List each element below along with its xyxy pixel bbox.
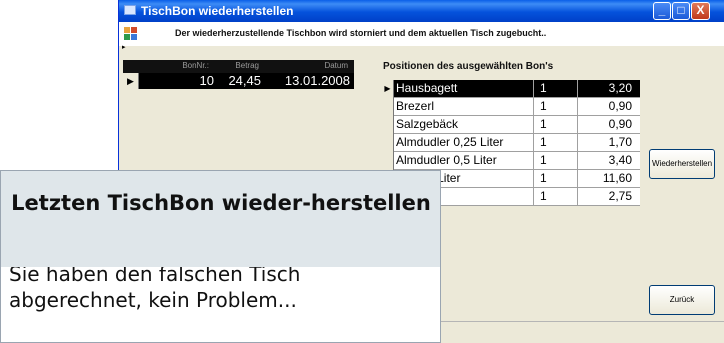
column-header-bonnr[interactable]: BonNr.: (155, 61, 209, 70)
row-indicator-icon: ▶ (123, 73, 139, 89)
position-qty: 1 (534, 134, 578, 151)
position-price: 11,60 (578, 170, 640, 187)
position-qty: 1 (534, 170, 578, 187)
position-price: 0,90 (578, 116, 640, 133)
callout-title: Letzten TischBon wieder-herstellen (11, 191, 431, 215)
column-header-betrag[interactable]: Betrag (215, 61, 259, 70)
betrag-cell: 24,45 (228, 73, 261, 88)
position-price: 2,75 (578, 188, 640, 205)
back-button[interactable]: Zurück (649, 285, 715, 315)
position-price: 1,70 (578, 134, 640, 151)
position-name: Salzgebäck (394, 116, 534, 133)
tip-callout: Sie haben den falschen Tisch abgerechnet… (0, 262, 441, 343)
app-icon (124, 5, 136, 15)
position-qty: 1 (534, 98, 578, 115)
table-row[interactable]: Almdudler 0,5 Liter 1 3,40 (382, 152, 640, 170)
info-message: Der wiederherzustellende Tischbon wird s… (175, 28, 547, 38)
positions-title: Positionen des ausgewählten Bon's (383, 61, 554, 72)
row-indicator (382, 134, 394, 152)
row-indicator (382, 152, 394, 170)
table-row[interactable]: Almdudler 0,25 Liter 1 1,70 (382, 134, 640, 152)
table-row[interactable]: Salzgebäck 1 0,90 (382, 116, 640, 134)
position-price: 3,20 (578, 80, 640, 97)
table-row[interactable]: ▶ Hausbagett 1 3,20 (382, 80, 640, 98)
datum-cell: 13.01.2008 (284, 73, 350, 88)
title-bar[interactable]: TischBon wiederherstellen _ □ X (119, 0, 724, 22)
minimize-button[interactable]: _ (653, 2, 671, 20)
table-row[interactable]: Brezerl 1 0,90 (382, 98, 640, 116)
bon-grid-header: BonNr.: Betrag Datum (123, 60, 354, 73)
callout-header: Letzten TischBon wieder-herstellen (0, 170, 441, 267)
table-transfer-icon (124, 27, 137, 40)
info-bar: Der wiederherzustellende Tischbon wird s… (119, 22, 724, 46)
position-qty: 1 (534, 152, 578, 169)
position-qty: 1 (534, 116, 578, 133)
bon-nr-cell: 10 (199, 73, 214, 88)
window-title: TischBon wiederherstellen (141, 4, 294, 18)
position-price: 3,40 (578, 152, 640, 169)
restore-button[interactable]: Wiederherstellen (649, 149, 715, 179)
position-qty: 1 (534, 80, 578, 97)
bon-grid[interactable]: BonNr.: Betrag Datum ▶ 10 24,45 13.01.20… (123, 60, 354, 89)
callout-body: Sie haben den falschen Tisch abgerechnet… (9, 262, 301, 312)
position-name: Almdudler 0,5 Liter (394, 152, 534, 169)
position-price: 0,90 (578, 98, 640, 115)
row-indicator (382, 116, 394, 134)
arrow-icon: ▸ (122, 44, 126, 51)
row-indicator (382, 98, 394, 116)
position-qty: 1 (534, 188, 578, 205)
maximize-button[interactable]: □ (672, 2, 690, 20)
position-name: Almdudler 0,25 Liter (394, 134, 534, 151)
position-name: Brezerl (394, 98, 534, 115)
table-row[interactable]: ▶ 10 24,45 13.01.2008 (123, 73, 354, 89)
close-button[interactable]: X (691, 2, 710, 20)
position-name: Hausbagett (394, 80, 534, 97)
row-indicator-icon: ▶ (382, 80, 394, 98)
column-header-datum[interactable]: Datum (273, 61, 348, 70)
